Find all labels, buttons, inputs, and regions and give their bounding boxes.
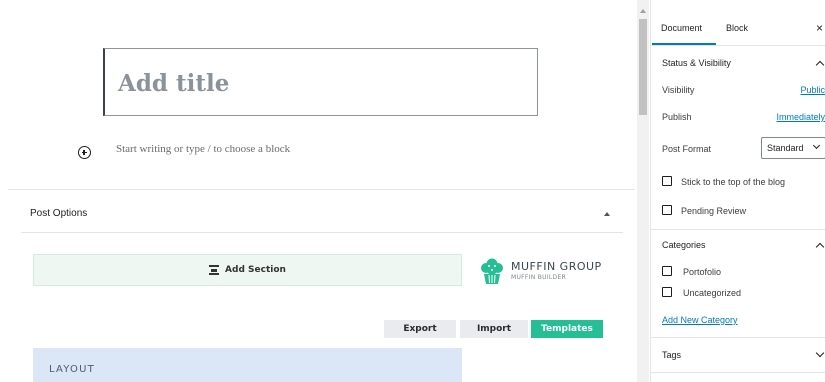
- post-format-value: Standard: [767, 143, 804, 153]
- visibility-value-link[interactable]: Public: [800, 85, 825, 95]
- chevron-up-icon[interactable]: [815, 60, 825, 70]
- post-format-select[interactable]: Standard: [761, 137, 825, 159]
- chevron-up-icon[interactable]: [815, 242, 825, 252]
- editor-canvas: Add title Start writing or type / to cho…: [0, 0, 636, 382]
- divider: [651, 337, 825, 338]
- add-section-label: Add Section: [225, 265, 286, 275]
- add-block-icon[interactable]: [78, 146, 91, 159]
- publish-value-link[interactable]: Immediately: [776, 112, 825, 122]
- category-checkbox-uncategorized[interactable]: [662, 287, 672, 297]
- scroll-up-arrow-icon[interactable]: [640, 9, 646, 13]
- block-placeholder[interactable]: Start writing or type / to choose a bloc…: [116, 143, 290, 155]
- section-icon: [209, 265, 220, 275]
- category-label-portofolio[interactable]: Portofolio: [683, 267, 721, 277]
- stick-top-label[interactable]: Stick to the top of the blog: [681, 177, 785, 187]
- settings-sidebar: Document Block × Status & Visibility Vis…: [650, 0, 825, 382]
- add-new-category-link[interactable]: Add New Category: [662, 315, 738, 325]
- categories-title[interactable]: Categories: [662, 240, 706, 250]
- muffin-group-logo: MUFFIN GROUP MUFFIN BUILDER: [477, 258, 607, 288]
- divider: [8, 189, 635, 190]
- pending-review-label[interactable]: Pending Review: [681, 206, 746, 216]
- active-tab-indicator: [652, 43, 716, 45]
- close-icon[interactable]: ×: [816, 21, 823, 35]
- pending-review-checkbox[interactable]: [662, 205, 672, 215]
- category-label-uncategorized[interactable]: Uncategorized: [683, 288, 741, 298]
- templates-button[interactable]: Templates: [531, 320, 603, 338]
- import-button[interactable]: Import: [460, 320, 528, 338]
- title-placeholder: Add title: [118, 70, 230, 97]
- sidebar-tabs: Document Block ×: [651, 14, 825, 46]
- scrollbar-thumb[interactable]: [639, 19, 647, 115]
- brand-subtitle: MUFFIN BUILDER: [511, 274, 567, 281]
- add-section-button[interactable]: Add Section: [33, 254, 462, 286]
- publish-label: Publish: [662, 112, 692, 122]
- muffin-icon: [481, 258, 503, 284]
- divider: [651, 229, 825, 230]
- category-checkbox-portofolio[interactable]: [662, 266, 672, 276]
- layout-panel[interactable]: LAYOUT: [33, 348, 462, 382]
- stick-top-checkbox[interactable]: [662, 176, 672, 186]
- post-format-label: Post Format: [662, 144, 712, 154]
- divider: [21, 232, 623, 233]
- visibility-label: Visibility: [662, 85, 695, 95]
- tab-document[interactable]: Document: [661, 23, 702, 33]
- status-visibility-title[interactable]: Status & Visibility: [662, 58, 731, 68]
- post-title-input[interactable]: Add title: [103, 48, 538, 116]
- post-options-title: Post Options: [30, 208, 88, 219]
- divider: [651, 372, 825, 373]
- layout-label: LAYOUT: [49, 364, 95, 375]
- tags-title[interactable]: Tags: [662, 350, 681, 360]
- chevron-down-icon: [812, 141, 821, 150]
- editor-scrollbar[interactable]: [637, 0, 649, 382]
- chevron-down-icon[interactable]: [815, 348, 825, 358]
- export-button[interactable]: Export: [384, 320, 456, 338]
- tab-block[interactable]: Block: [726, 23, 748, 33]
- brand-name: MUFFIN GROUP: [511, 260, 602, 273]
- collapse-arrow-icon[interactable]: [604, 212, 610, 216]
